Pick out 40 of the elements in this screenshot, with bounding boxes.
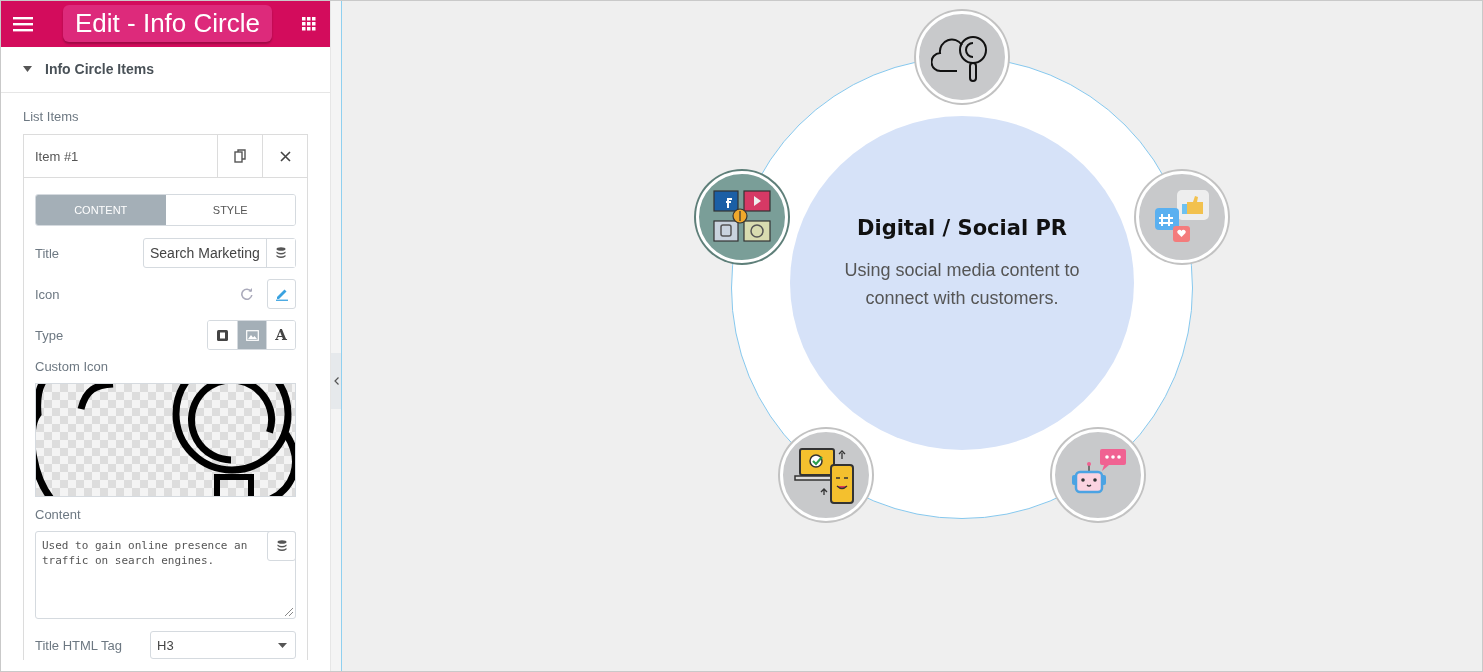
field-label: Content xyxy=(35,507,82,522)
cloud-search-icon xyxy=(36,384,295,496)
field-label: Title xyxy=(35,245,60,261)
title-field[interactable]: Search Marketing xyxy=(143,238,296,268)
dynamic-tags-button[interactable] xyxy=(266,239,295,267)
item-title[interactable]: Item #1 xyxy=(24,135,217,177)
pencil-icon xyxy=(274,287,289,301)
type-option[interactable]: A xyxy=(266,321,295,349)
image-icon xyxy=(245,329,259,341)
info-title: Digital / Social PR xyxy=(856,216,1068,240)
field-label: Icon xyxy=(35,286,60,302)
database-icon xyxy=(276,247,286,259)
field-label: Type xyxy=(35,327,64,343)
close-icon xyxy=(279,150,291,162)
database-icon xyxy=(276,540,287,552)
section-header[interactable]: Info Circle Items xyxy=(1,46,330,93)
panel-title: Edit - Info Circle xyxy=(63,5,272,43)
resize-grip-icon[interactable] xyxy=(285,608,293,616)
circle-node[interactable] xyxy=(916,11,1008,103)
chevron-left-icon xyxy=(333,377,339,385)
apps-grid-icon[interactable] xyxy=(302,16,316,31)
tag-select[interactable]: H3 xyxy=(150,631,296,659)
slides-icon xyxy=(217,329,228,341)
content-textarea[interactable]: Used to gain online presence an traffic on search engines. xyxy=(35,531,296,619)
section-title: Info Circle Items xyxy=(45,61,154,78)
dynamic-tags-button[interactable] xyxy=(267,531,296,561)
circle-node[interactable] xyxy=(780,428,873,521)
textarea-text: Used to gain online presence an traffic on search engines. xyxy=(41,538,249,569)
circle-node[interactable] xyxy=(1051,428,1144,521)
icon-preview[interactable] xyxy=(35,383,296,497)
info-text: Using social media content to connect with customers. xyxy=(843,259,1081,310)
list-label: List Items xyxy=(23,109,80,124)
field-label: Title HTML Tag xyxy=(35,637,122,653)
edit-icon-button[interactable] xyxy=(267,279,296,309)
menu-icon[interactable] xyxy=(13,15,33,32)
caret-icon xyxy=(278,642,287,648)
social-apps-icon xyxy=(712,188,773,245)
copy-icon xyxy=(234,149,246,163)
collapse-handle[interactable] xyxy=(331,353,341,409)
field-label: Custom Icon xyxy=(35,359,109,374)
